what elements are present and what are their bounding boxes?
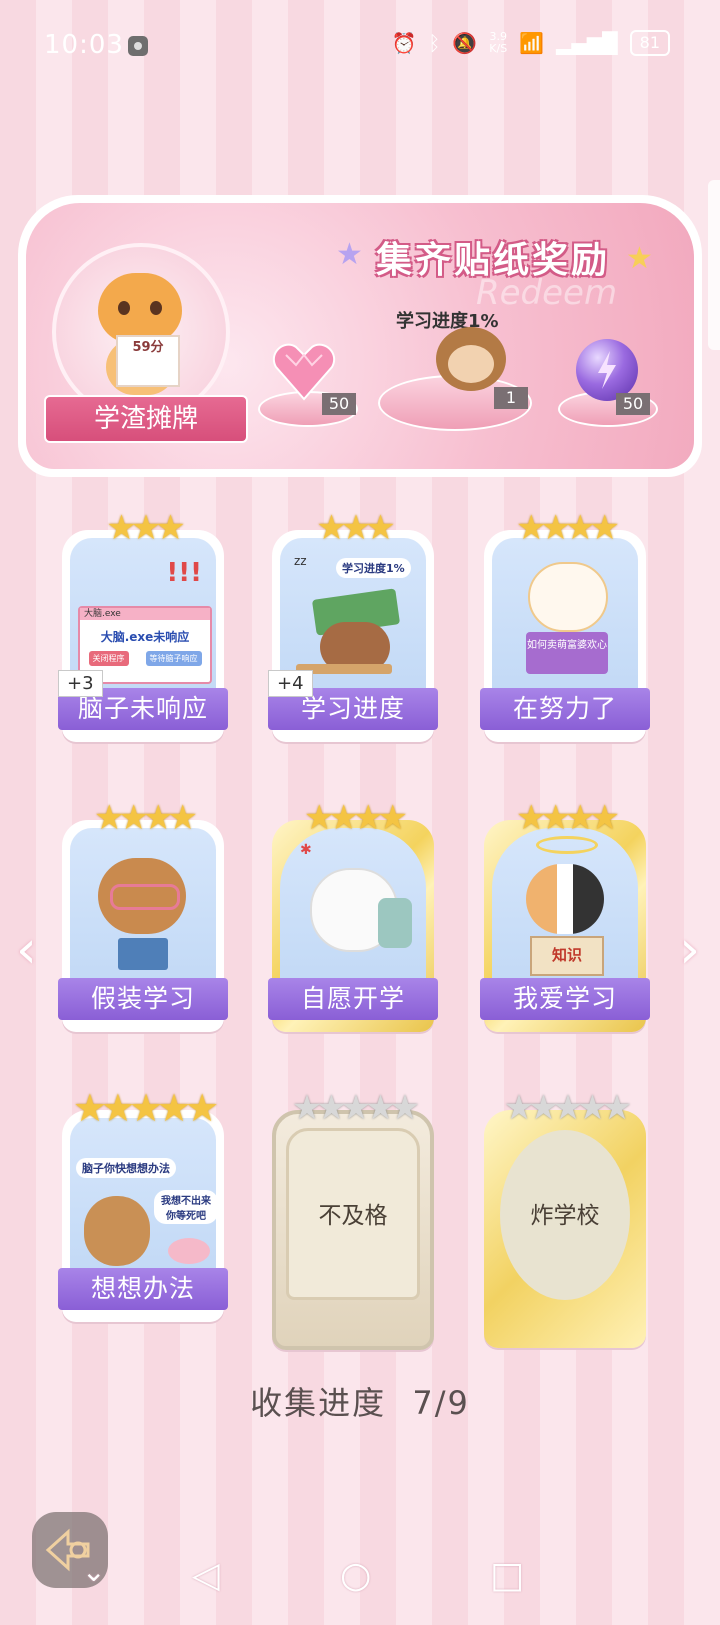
locked-card-label: 不及格: [318, 1203, 388, 1229]
bear-icon: [84, 1196, 150, 1266]
window-message: 大脑.exe未响应: [100, 630, 190, 644]
status-icons: ⏰ ᛒ 🔕 3.9 K/S 📶 ▂▄▆█ 81: [391, 30, 670, 56]
title-ribbon: 学渣摊牌: [44, 395, 248, 443]
bluetooth-icon: ᛒ: [428, 31, 441, 55]
brain-icon: [168, 1238, 210, 1264]
next-page-arrow-icon[interactable]: ›: [679, 920, 700, 980]
star-rating: ★★★★: [94, 798, 198, 838]
halo-icon: [536, 836, 598, 854]
puppy-icon: [528, 562, 608, 632]
network-speed: 3.9 K/S: [489, 31, 507, 55]
back-icon[interactable]: ◁: [192, 1555, 220, 1596]
sticker-card-6[interactable]: 知识 ★★★★ 我爱学习: [480, 798, 650, 1032]
purple-star-icon: ★: [336, 237, 363, 272]
duplicate-count: +4: [268, 670, 313, 697]
side-panel-handle[interactable]: [708, 180, 720, 350]
screen-record-icon: [128, 36, 148, 56]
recents-icon[interactable]: □: [490, 1555, 524, 1596]
yellow-star-icon: ★: [626, 241, 653, 276]
star-rating: ★★★★: [304, 798, 408, 838]
signal-icon: ▂▄▆█: [556, 31, 618, 55]
reward-count-3: 50: [616, 393, 650, 415]
sticker-card-1[interactable]: !!! 大脑.exe 大脑.exe未响应 关闭程序 等待脑子响应 ★★★ 脑子未响…: [58, 508, 228, 742]
network-speed-unit: K/S: [489, 42, 508, 55]
alarm-icon: ⏰: [391, 31, 417, 55]
star-rating: ★★★: [316, 508, 395, 548]
banner-background: ★ ★ 集齐贴纸奖励 Redeem 59分 学渣摊牌 50 学习进度1% 1 5…: [26, 203, 694, 469]
glasses-icon: [110, 884, 180, 910]
book-icon: 如何卖萌富婆欢心: [526, 632, 608, 674]
clock: 10:03: [44, 30, 124, 60]
window-title: 大脑.exe: [80, 608, 210, 620]
collection-progress: 收集进度 7/9: [0, 1378, 720, 1424]
home-icon[interactable]: ○: [340, 1555, 371, 1596]
card-label: 我爱学习: [480, 978, 650, 1020]
score-paper: 59分: [116, 335, 180, 387]
chevron-down-icon[interactable]: ⌄: [82, 1555, 105, 1588]
reward-count-2: 1: [494, 387, 528, 409]
battery-indicator: 81: [629, 30, 670, 56]
calico-cat-icon: [526, 864, 604, 934]
mute-icon: 🔕: [452, 31, 478, 55]
star-rating: ★★★★: [516, 798, 620, 838]
system-nav-bar: ⌄ ◁ ○ □: [0, 1535, 720, 1625]
status-bar: 10:03 ⏰ ᛒ 🔕 3.9 K/S 📶 ▂▄▆█ 81: [0, 0, 720, 90]
close-program-button: 关闭程序: [88, 651, 129, 666]
wait-button: 等待脑子响应: [145, 651, 202, 666]
monkey-sticker-icon[interactable]: [436, 327, 506, 391]
sleep-zz: zz: [294, 554, 307, 568]
book-icon: [118, 938, 168, 970]
exclaim-marks: !!!: [166, 558, 202, 588]
sticker-card-7[interactable]: 脑子你快想想办法 我想不出来你等死吧 ★★★★★ 想想办法: [58, 1086, 228, 1322]
locked-card-2[interactable]: ★★★★★ 炸学校: [484, 1090, 646, 1350]
locked-card-1[interactable]: ★★★★★ 不及格: [272, 1090, 434, 1350]
card-label: 假装学习: [58, 978, 228, 1020]
star-rating: ★★★: [106, 508, 185, 548]
reward-count-1: 50: [322, 393, 356, 415]
sticker-card-5[interactable]: ✱ ★★★★ 自愿开学: [268, 798, 438, 1032]
star-rating: ★★★★★: [503, 1088, 632, 1128]
star-rating: ★★★★: [516, 508, 620, 548]
speech-bubble-2: 我想不出来你等死吧: [154, 1190, 218, 1224]
book-icon: 知识: [530, 936, 604, 976]
previous-page-arrow-icon[interactable]: ‹: [16, 920, 37, 980]
heart-gem-icon[interactable]: [272, 341, 336, 401]
backpack-icon: [378, 898, 412, 948]
sticker-card-3[interactable]: 如何卖萌富婆欢心 ★★★★ 在努力了: [480, 508, 650, 742]
lightning-orb-icon[interactable]: [576, 339, 638, 401]
reward-banner: ★ ★ 集齐贴纸奖励 Redeem 59分 学渣摊牌 50 学习进度1% 1 5…: [18, 195, 702, 477]
collection-value: 7/9: [412, 1384, 470, 1422]
star-rating: ★★★★★: [291, 1088, 420, 1128]
duplicate-count: +3: [58, 670, 103, 697]
locked-card-label: 炸学校: [530, 1203, 600, 1229]
tiger-icon: [98, 273, 182, 343]
sticker-card-4[interactable]: ★★★★ 假装学习: [58, 798, 228, 1032]
speech-bubble-1: 脑子你快想想办法: [76, 1158, 176, 1178]
star-rating: ★★★★★: [72, 1086, 219, 1130]
speech-bubble: 学习进度1%: [336, 558, 411, 578]
collection-label: 收集进度: [250, 1384, 387, 1422]
card-label: 想想办法: [58, 1268, 228, 1310]
sticker-card-2[interactable]: 学习进度1% zz ★★★ 学习进度 +4: [268, 508, 438, 742]
card-label: 自愿开学: [268, 978, 438, 1020]
wifi-icon: 📶: [519, 31, 545, 55]
card-label: 在努力了: [480, 688, 650, 730]
anger-mark-icon: ✱: [300, 842, 312, 858]
